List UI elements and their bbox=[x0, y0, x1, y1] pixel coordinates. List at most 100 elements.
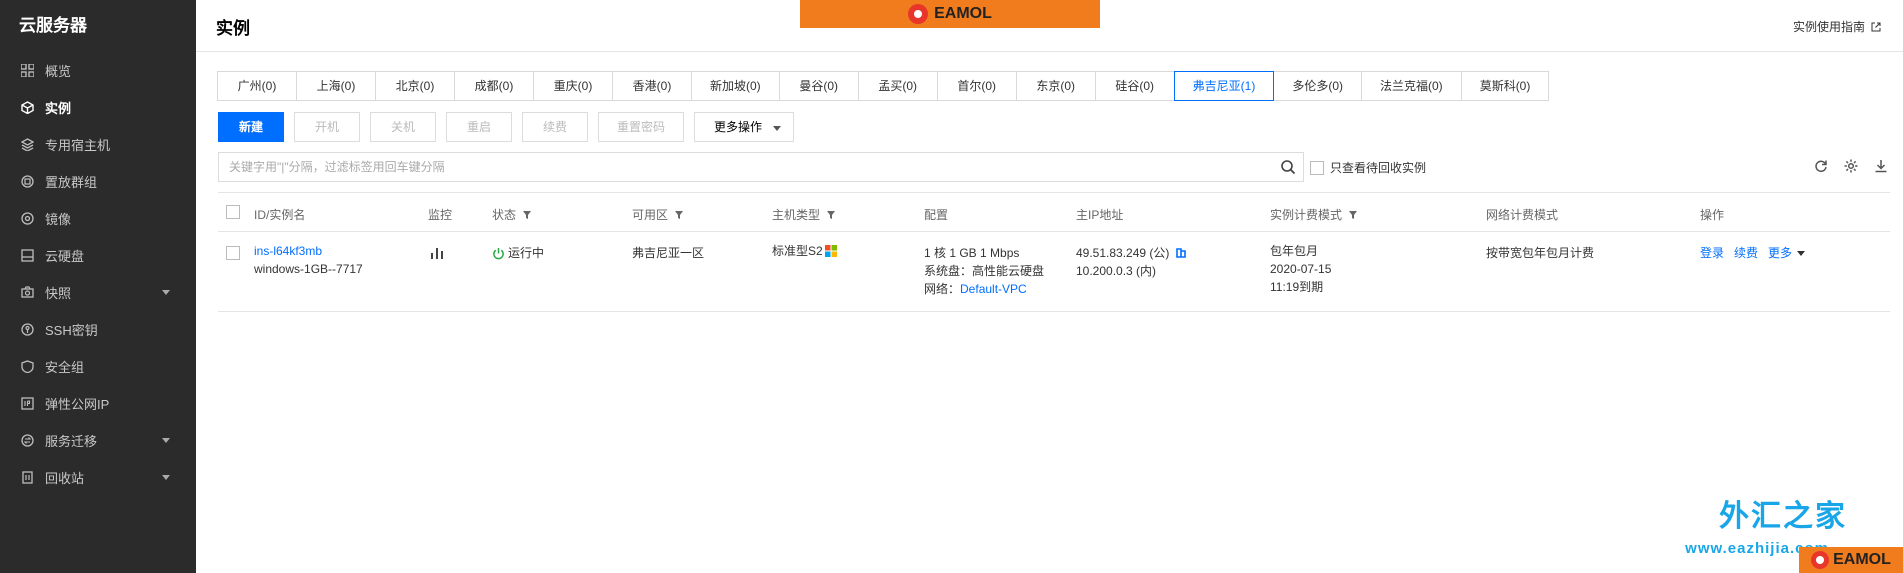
guide-link[interactable]: 实例使用指南 bbox=[1793, 18, 1881, 35]
region-tab[interactable]: 法兰克福(0) bbox=[1361, 71, 1462, 101]
more-ops-dropdown[interactable]: 更多 bbox=[1768, 244, 1806, 262]
sidebar-item-8[interactable]: 安全组 bbox=[0, 348, 196, 385]
chevron-down-icon bbox=[162, 290, 170, 295]
col-monitor: 监控 bbox=[428, 206, 452, 223]
trash-icon bbox=[19, 470, 35, 486]
col-billing[interactable]: 实例计费模式 bbox=[1270, 206, 1358, 223]
reset-password-button[interactable]: 重置密码 bbox=[598, 112, 685, 142]
monitor-chart-icon[interactable] bbox=[430, 246, 444, 265]
col-zone[interactable]: 可用区 bbox=[632, 206, 684, 223]
col-status[interactable]: 状态 bbox=[492, 206, 532, 223]
sidebar-item-label: 回收站 bbox=[45, 471, 85, 486]
col-ip: 主IP地址 bbox=[1076, 206, 1123, 223]
new-instance-button[interactable]: 新建 bbox=[218, 112, 284, 142]
status-cell: 运行中 bbox=[492, 244, 544, 262]
col-type[interactable]: 主机类型 bbox=[772, 206, 836, 223]
type-cell: 标准型S2 bbox=[772, 242, 837, 260]
main-panel: 实例 实例使用指南 广州(0) 上海(0) 北京(0) 成都(0) 重庆(0) 香港(0)… bbox=[196, 0, 1903, 573]
region-tab[interactable]: 北京(0) bbox=[375, 71, 455, 101]
sidebar-brand: 云服务器 bbox=[19, 16, 87, 35]
sidebar: 云服务器 概览 实例 专用宿主机 置放群组 镜像 云硬盘 快照 SSH密钥 安全组 弹性公网IP 服… bbox=[0, 0, 196, 573]
region-tab[interactable]: 上海(0) bbox=[296, 71, 376, 101]
restart-button[interactable]: 重启 bbox=[446, 112, 512, 142]
cube-icon bbox=[19, 100, 35, 116]
region-tab[interactable]: 新加坡(0) bbox=[691, 71, 780, 101]
refresh-icon[interactable] bbox=[1813, 158, 1829, 174]
search-box bbox=[218, 152, 1304, 182]
sidebar-item-1[interactable]: 实例 bbox=[0, 89, 196, 126]
sidebar-item-0[interactable]: 概览 bbox=[0, 52, 196, 89]
sidebar-item-11[interactable]: 回收站 bbox=[0, 459, 196, 496]
start-button[interactable]: 开机 bbox=[294, 112, 360, 142]
sidebar-item-4[interactable]: 镜像 bbox=[0, 200, 196, 237]
sidebar-item-5[interactable]: 云硬盘 bbox=[0, 237, 196, 274]
chevron-down-icon bbox=[162, 475, 170, 480]
sidebar-item-label: 服务迁移 bbox=[45, 434, 98, 449]
region-tab[interactable]: 弗吉尼亚(1) bbox=[1173, 71, 1275, 101]
sidebar-item-6[interactable]: 快照 bbox=[0, 274, 196, 311]
config-network-label: 网络： bbox=[924, 282, 961, 296]
external-link-icon bbox=[1871, 22, 1881, 31]
ip-icon bbox=[19, 396, 35, 412]
private-ip: 10.200.0.3 (内) bbox=[1076, 264, 1157, 278]
region-tab[interactable]: 首尔(0) bbox=[936, 71, 1017, 101]
disk-icon bbox=[19, 248, 35, 264]
filter-icon[interactable] bbox=[523, 210, 532, 219]
instance-type: 标准型S2 bbox=[772, 244, 823, 258]
filter-icon[interactable] bbox=[675, 210, 684, 219]
region-tab[interactable]: 重庆(0) bbox=[533, 71, 613, 101]
config-network: 网络：Default-VPC bbox=[924, 280, 1044, 298]
col-ops-label: 操作 bbox=[1700, 208, 1725, 222]
billing-expire: 11:19到期 bbox=[1270, 280, 1324, 294]
watermark-logo-bottom: EAMOL bbox=[1799, 547, 1903, 573]
renew-link[interactable]: 续费 bbox=[1734, 244, 1758, 262]
grid-icon bbox=[19, 63, 35, 79]
sidebar-item-7[interactable]: SSH密钥 bbox=[0, 311, 196, 348]
recycle-filter[interactable]: 只查看待回收实例 bbox=[1310, 159, 1426, 176]
region-tab[interactable]: 曼谷(0) bbox=[778, 71, 859, 101]
sidebar-item-9[interactable]: 弹性公网IP bbox=[0, 385, 196, 422]
sidebar-item-2[interactable]: 专用宿主机 bbox=[0, 126, 196, 163]
col-id-label: ID/实例名 bbox=[254, 208, 306, 222]
layers-icon bbox=[19, 137, 35, 153]
filter-icon[interactable] bbox=[1349, 210, 1358, 219]
watermark-text: 外汇之家 bbox=[1719, 500, 1847, 533]
stop-button[interactable]: 关机 bbox=[370, 112, 436, 142]
brand-logo-icon bbox=[1811, 551, 1830, 569]
gear-icon[interactable] bbox=[1843, 158, 1859, 174]
filter-icon[interactable] bbox=[827, 210, 836, 219]
col-net-billing-label: 网络计费模式 bbox=[1486, 208, 1559, 222]
region-tab[interactable]: 东京(0) bbox=[1015, 71, 1096, 101]
col-ops: 操作 bbox=[1700, 206, 1724, 223]
copy-icon[interactable] bbox=[1175, 247, 1187, 259]
region-tab[interactable]: 香港(0) bbox=[612, 71, 692, 101]
recycle-checkbox[interactable] bbox=[1310, 160, 1324, 175]
login-link[interactable]: 登录 bbox=[1700, 244, 1724, 262]
col-type-label: 主机类型 bbox=[772, 208, 821, 222]
select-all-checkbox[interactable] bbox=[226, 205, 240, 219]
instance-id-cell: ins-l64kf3mb windows-1GB--7717 bbox=[254, 242, 363, 278]
instance-id-link[interactable]: ins-l64kf3mb bbox=[254, 242, 363, 260]
ops-cell: 登录 续费 更多 bbox=[1700, 244, 1806, 262]
col-config: 配置 bbox=[924, 206, 948, 223]
region-tab[interactable]: 广州(0) bbox=[217, 71, 297, 101]
renew-button[interactable]: 续费 bbox=[522, 112, 588, 142]
download-icon[interactable] bbox=[1873, 158, 1889, 174]
region-tab[interactable]: 成都(0) bbox=[454, 71, 534, 101]
search-input[interactable] bbox=[219, 153, 1269, 181]
row-checkbox[interactable] bbox=[226, 246, 240, 260]
config-spec: 1 核 1 GB 1 Mbps bbox=[924, 246, 1020, 260]
watermark-logo-top: EAMOL bbox=[800, 0, 1100, 28]
region-tab[interactable]: 莫斯科(0) bbox=[1460, 71, 1550, 101]
more-actions-dropdown[interactable]: 更多操作 bbox=[694, 112, 795, 142]
chevron-down-icon bbox=[1797, 251, 1806, 257]
region-tab[interactable]: 硅谷(0) bbox=[1094, 71, 1175, 101]
region-tab[interactable]: 多伦多(0) bbox=[1273, 71, 1363, 101]
search-icon[interactable] bbox=[1280, 159, 1296, 175]
sidebar-item-3[interactable]: 置放群组 bbox=[0, 163, 196, 200]
sidebar-item-10[interactable]: 服务迁移 bbox=[0, 422, 196, 459]
vpc-link[interactable]: Default-VPC bbox=[960, 282, 1027, 296]
toolbar: 新建 开机 关机 重启 续费 重置密码 更多操作 bbox=[218, 112, 795, 142]
chevron-down-icon bbox=[773, 126, 782, 131]
region-tab[interactable]: 孟买(0) bbox=[857, 71, 938, 101]
